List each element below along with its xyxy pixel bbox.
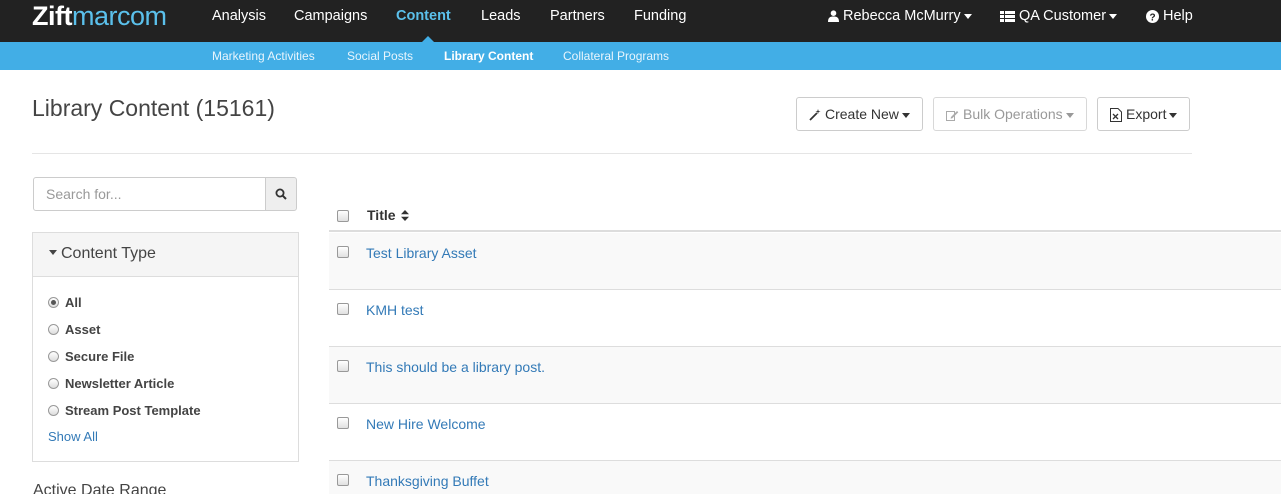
export-button[interactable]: Export	[1097, 97, 1191, 131]
user-icon	[828, 10, 839, 23]
user-menu[interactable]: Rebecca McMurry	[828, 0, 972, 42]
row-title-link[interactable]: Thanksgiving Buffet	[366, 473, 489, 489]
excel-file-icon	[1110, 108, 1122, 123]
radio-button[interactable]	[48, 351, 59, 362]
user-name: Rebecca McMurry	[843, 8, 961, 24]
nav-funding[interactable]: Funding	[634, 0, 686, 42]
content-type-filter-panel: Content Type All Asset Secure File Newsl…	[32, 232, 299, 462]
table-icon	[1000, 10, 1015, 22]
chevron-down-icon	[1065, 112, 1074, 118]
table-row: New Hire Welcome	[329, 404, 1281, 461]
page-title: Library Content (15161)	[32, 95, 275, 121]
nav-campaigns[interactable]: Campaigns	[294, 0, 367, 42]
table-row: This should be a library post.	[329, 347, 1281, 404]
nav-analysis[interactable]: Analysis	[212, 0, 266, 42]
account-menu[interactable]: QA Customer	[1000, 0, 1118, 42]
search-input[interactable]	[33, 177, 266, 211]
row-checkbox[interactable]	[337, 360, 349, 372]
filter-option-label: Asset	[65, 322, 101, 337]
brand-logo-bold: Zift	[32, 1, 72, 31]
row-checkbox[interactable]	[337, 246, 349, 258]
table-row: KMH test	[329, 290, 1281, 347]
active-date-range-heading: Active Date Range	[33, 482, 167, 494]
content-type-heading: Content Type	[61, 245, 156, 262]
table-row: Test Library Asset	[329, 233, 1281, 290]
row-checkbox[interactable]	[337, 417, 349, 429]
subnav-collateral-programs[interactable]: Collateral Programs	[563, 42, 669, 70]
create-new-label: Create New	[825, 106, 899, 122]
subnav-marketing-activities[interactable]: Marketing Activities	[212, 42, 315, 70]
filter-option-asset[interactable]: Asset	[48, 322, 100, 342]
help-label: Help	[1163, 8, 1193, 24]
sub-navbar: Marketing Activities Social Posts Librar…	[0, 42, 1281, 70]
svg-text:?: ?	[1149, 12, 1155, 23]
top-navbar: Ziftmarcom Analysis Campaigns Content Le…	[0, 0, 1281, 42]
radio-button[interactable]	[48, 324, 59, 335]
filter-option-secure-file[interactable]: Secure File	[48, 349, 134, 369]
row-checkbox[interactable]	[337, 303, 349, 315]
help-link[interactable]: ? Help	[1146, 0, 1193, 42]
filter-option-all[interactable]: All	[48, 295, 82, 315]
filter-option-label: All	[65, 295, 82, 310]
filter-option-label: Newsletter Article	[65, 376, 175, 391]
radio-button[interactable]	[48, 405, 59, 416]
export-label: Export	[1126, 106, 1167, 122]
edit-icon	[946, 111, 959, 122]
title-column-label: Title	[367, 207, 396, 223]
header-divider	[32, 153, 1192, 154]
search-icon	[275, 188, 287, 200]
table-header: Title	[329, 198, 1281, 232]
brand-logo-light: marcom	[71, 1, 167, 31]
row-title-link[interactable]: Test Library Asset	[366, 245, 477, 261]
filter-option-label: Stream Post Template	[65, 403, 201, 418]
filter-option-stream-post-template[interactable]: Stream Post Template	[48, 403, 201, 423]
sort-icon	[401, 210, 410, 221]
radio-button[interactable]	[48, 378, 59, 389]
bulk-operations-button[interactable]: Bulk Operations	[933, 97, 1087, 131]
chevron-down-icon	[901, 112, 910, 118]
chevron-down-icon	[49, 250, 57, 256]
brand-logo[interactable]: Ziftmarcom	[32, 0, 167, 36]
row-title-link[interactable]: New Hire Welcome	[366, 416, 486, 432]
subnav-social-posts[interactable]: Social Posts	[347, 42, 413, 70]
chevron-down-icon	[1109, 13, 1118, 19]
filter-option-newsletter-article[interactable]: Newsletter Article	[48, 376, 174, 396]
search-button[interactable]	[265, 177, 297, 211]
filter-option-label: Secure File	[65, 349, 135, 364]
subnav-library-content[interactable]: Library Content	[444, 42, 533, 70]
bulk-operations-label: Bulk Operations	[963, 106, 1063, 122]
help-icon: ?	[1146, 9, 1159, 23]
nav-leads[interactable]: Leads	[481, 0, 521, 42]
chevron-down-icon	[963, 13, 972, 19]
row-title-link[interactable]: This should be a library post.	[366, 359, 545, 375]
chevron-down-icon	[1169, 112, 1178, 118]
create-new-button[interactable]: Create New	[796, 97, 923, 131]
show-all-link[interactable]: Show All	[48, 429, 98, 444]
select-all-checkbox[interactable]	[337, 210, 349, 222]
title-column-header[interactable]: Title	[367, 207, 410, 223]
row-title-link[interactable]: KMH test	[366, 302, 424, 318]
magic-wand-icon	[809, 109, 821, 121]
content-type-toggle[interactable]: Content Type	[33, 233, 298, 277]
nav-partners[interactable]: Partners	[550, 0, 605, 42]
account-name: QA Customer	[1019, 8, 1107, 24]
radio-button[interactable]	[48, 297, 59, 308]
table-row: Thanksgiving Buffet	[329, 461, 1281, 494]
row-checkbox[interactable]	[337, 474, 349, 486]
